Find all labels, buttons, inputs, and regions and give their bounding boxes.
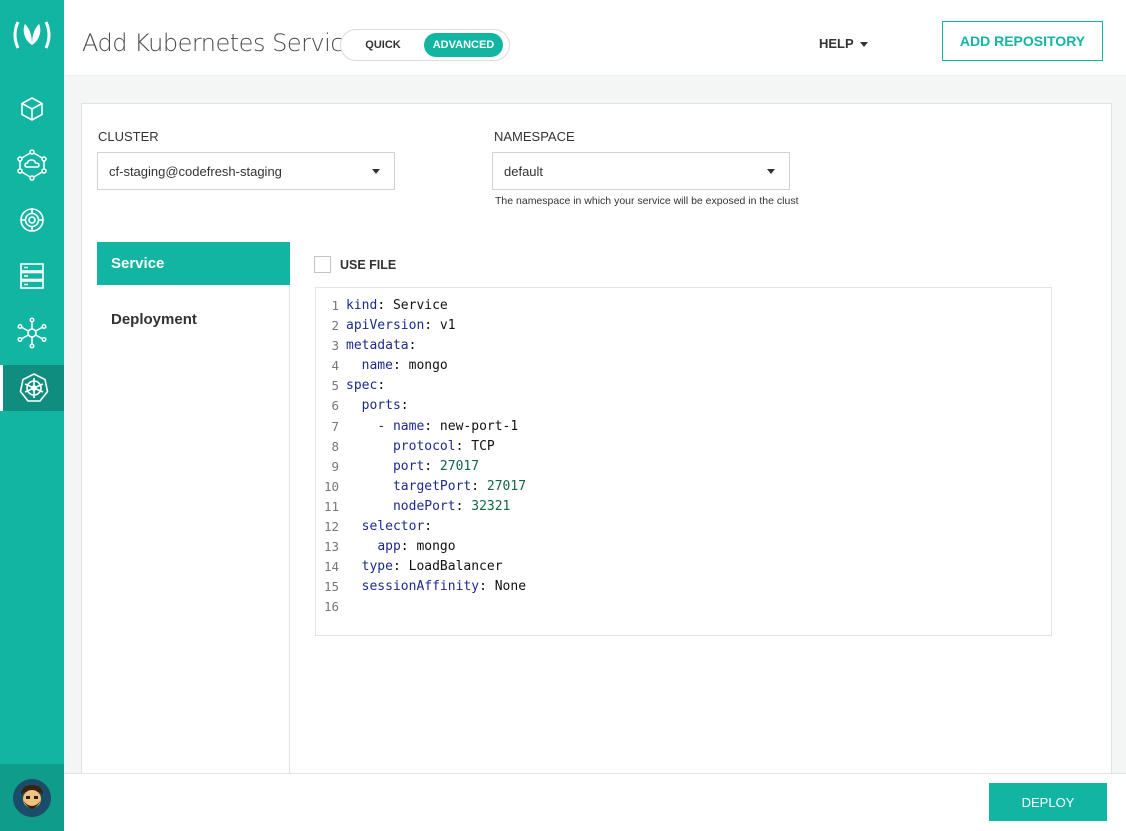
use-file-option[interactable]: USE FILE — [314, 256, 396, 273]
code-line: 11 nodePort: 32321 — [316, 497, 1051, 517]
code-line: 6 ports: — [316, 396, 1051, 416]
code-text: targetPort: 27017 — [392, 478, 527, 494]
line-number: 3 — [331, 338, 339, 354]
page-title: Add Kubernetes Service — [82, 29, 358, 57]
line-number: 7 — [331, 418, 339, 434]
help-label: HELP — [819, 36, 854, 51]
line-number: 15 — [323, 579, 339, 595]
line-number: 16 — [323, 599, 339, 615]
network-hub-icon — [17, 317, 47, 349]
caret-down-icon — [372, 169, 380, 174]
use-file-checkbox[interactable] — [314, 256, 331, 273]
use-file-label: USE FILE — [340, 257, 397, 272]
nav-cloud-network[interactable] — [0, 142, 64, 188]
namespace-hint: The namespace in which your service will… — [495, 195, 799, 207]
namespace-select[interactable]: default — [492, 152, 790, 190]
line-number: 6 — [331, 398, 339, 414]
line-number: 9 — [331, 458, 339, 474]
namespace-value: default — [504, 163, 544, 179]
code-line: 12 selector: — [316, 517, 1051, 537]
namespace-label: NAMESPACE — [494, 129, 575, 144]
line-number: 10 — [323, 478, 339, 494]
user-avatar-area[interactable] — [0, 764, 64, 831]
avatar[interactable] — [13, 778, 51, 817]
server-icon — [20, 263, 44, 289]
nav-cube[interactable] — [0, 86, 64, 132]
line-number: 4 — [331, 358, 339, 374]
code-text: protocol: TCP — [392, 438, 495, 454]
cloud-network-icon — [17, 149, 47, 181]
code-text: port: 27017 — [392, 458, 480, 474]
help-menu[interactable]: HELP — [819, 36, 868, 51]
code-text: selector: — [361, 519, 433, 535]
code-text: metadata: — [346, 338, 417, 354]
code-line: 1 kind: Service — [316, 296, 1051, 316]
line-number: 1 — [331, 298, 339, 313]
advanced-mode-option[interactable]: ADVANCED — [424, 33, 503, 57]
code-text: apiVersion: v1 — [346, 318, 456, 334]
code-line: 2 apiVersion: v1 — [316, 316, 1051, 336]
resource-tabs: Service Deployment — [97, 242, 290, 784]
nav-kubernetes[interactable] — [0, 365, 64, 411]
code-line: 5 spec: — [316, 376, 1051, 396]
cluster-select[interactable]: cf-staging@codefresh-staging — [97, 152, 395, 190]
code-text: kind: Service — [346, 298, 448, 313]
code-line: 8 protocol: TCP — [316, 437, 1051, 457]
code-line: 9 port: 27017 — [316, 457, 1051, 477]
code-line: 13 app: mongo — [316, 537, 1051, 557]
line-number: 2 — [331, 318, 339, 334]
nav-settings[interactable] — [0, 197, 64, 243]
code-line: 10 targetPort: 27017 — [316, 477, 1051, 497]
line-number: 12 — [323, 519, 339, 535]
code-text: ports: — [361, 398, 409, 414]
yaml-code-editor[interactable]: 1 kind: Service 2 apiVersion: v1 3 metadata: 4… — [315, 287, 1052, 636]
caret-down-icon — [859, 42, 868, 48]
code-text: sessionAffinity: None — [361, 579, 527, 595]
code-text: spec: — [346, 378, 386, 394]
code-text: - name: new-port-1 — [377, 418, 519, 434]
nav-network[interactable] — [0, 310, 64, 356]
add-repository-button[interactable]: ADD REPOSITORY — [942, 21, 1103, 61]
tab-deployment[interactable]: Deployment — [97, 298, 290, 341]
page-footer: DEPLOY — [64, 773, 1126, 831]
quick-mode-option[interactable]: QUICK — [349, 33, 417, 57]
line-number: 13 — [323, 539, 339, 555]
cube-icon — [21, 97, 43, 121]
kubernetes-helm-icon — [19, 373, 48, 402]
line-number: 5 — [331, 378, 339, 394]
code-line: 7 - name: new-port-1 — [316, 417, 1051, 437]
mode-toggle[interactable]: QUICK ADVANCED — [340, 29, 510, 61]
cluster-value: cf-staging@codefresh-staging — [109, 163, 282, 179]
tab-service[interactable]: Service — [97, 242, 290, 285]
codefresh-logo[interactable] — [0, 0, 64, 70]
code-line: 4 name: mongo — [316, 356, 1051, 376]
code-line: 16 — [316, 597, 1051, 617]
code-text: app: mongo — [377, 539, 456, 555]
line-number: 14 — [323, 559, 339, 575]
line-number: 8 — [331, 438, 339, 454]
code-line: 3 metadata: — [316, 336, 1051, 356]
page-header: Add Kubernetes Service QUICK ADVANCED HE… — [64, 0, 1126, 76]
code-line: 15 sessionAffinity: None — [316, 577, 1051, 597]
caret-down-icon — [767, 169, 775, 174]
code-text: type: LoadBalancer — [361, 559, 503, 575]
code-text: nodePort: 32321 — [392, 498, 511, 514]
deploy-button[interactable]: DEPLOY — [989, 783, 1107, 821]
gear-icon — [20, 208, 44, 232]
cluster-label: CLUSTER — [98, 129, 159, 144]
code-line: 14 type: LoadBalancer — [316, 557, 1051, 577]
service-form-card: CLUSTER cf-staging@codefresh-staging NAM… — [81, 103, 1112, 784]
line-number: 11 — [323, 498, 339, 514]
code-text: name: mongo — [361, 358, 448, 374]
sidebar — [0, 0, 64, 831]
nav-servers[interactable] — [0, 253, 64, 299]
